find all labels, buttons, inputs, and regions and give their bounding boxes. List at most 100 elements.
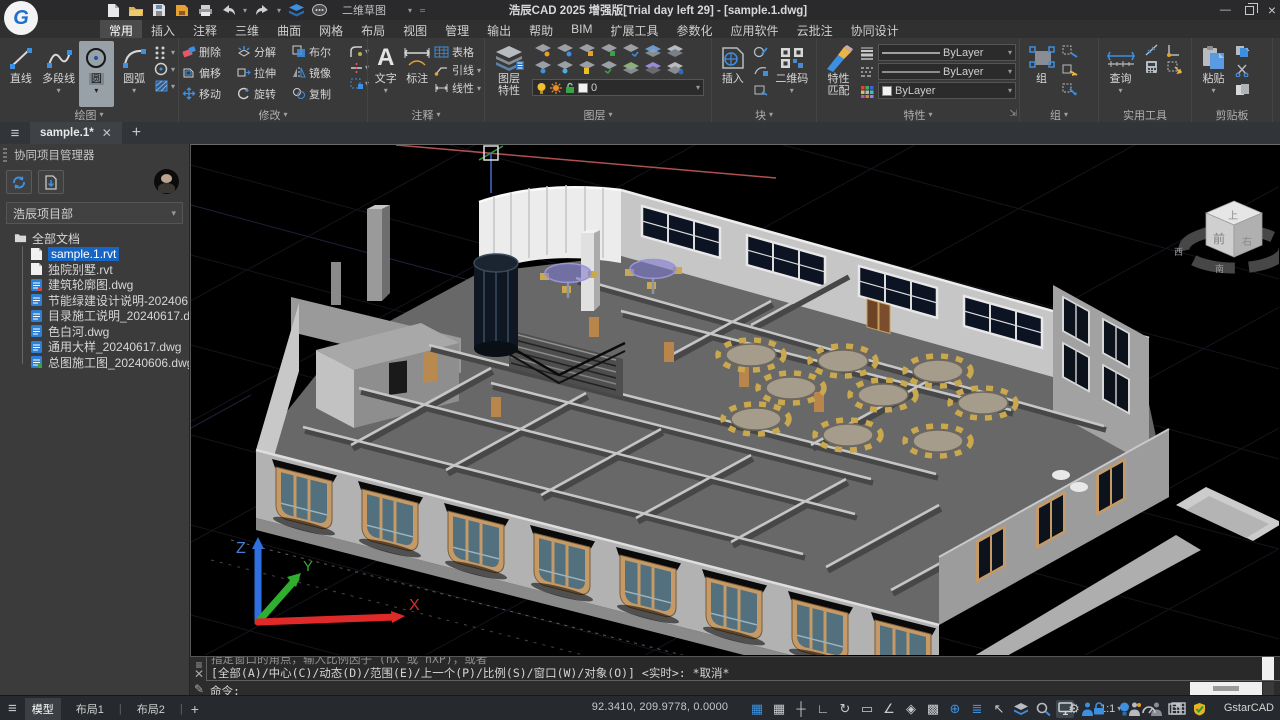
layer-tool-button[interactable] bbox=[578, 43, 596, 61]
status-menu-icon[interactable]: ≡ bbox=[8, 700, 17, 717]
file-item[interactable]: 通用大样_20240617.dwg bbox=[0, 339, 189, 355]
tab-home[interactable]: 常用 bbox=[100, 20, 142, 38]
drawing-canvas[interactable]: 西 南 东 上 前 右 Z Y X bbox=[190, 144, 1280, 656]
file-item[interactable]: 节能绿建设计说明-20240612.dw bbox=[0, 293, 189, 309]
layout1-tab[interactable]: 布局1 bbox=[69, 698, 111, 720]
layer-tool-button[interactable] bbox=[622, 43, 640, 61]
osnap-tracking-toggle[interactable]: ⊕ bbox=[946, 700, 964, 718]
dynamic-input-toggle[interactable]: ▭ bbox=[858, 700, 876, 718]
ellipse-tool-button[interactable]: ▾ bbox=[154, 62, 175, 76]
tab-annotate[interactable]: 注释 bbox=[184, 20, 226, 38]
panel-label-modify[interactable]: 修改▾ bbox=[179, 107, 367, 122]
panel-label-annotate[interactable]: 注释▾ bbox=[368, 107, 484, 122]
tab-view[interactable]: 视图 bbox=[394, 20, 436, 38]
command-vscrollbar[interactable] bbox=[1262, 657, 1274, 680]
linear-button[interactable]: 线性▾ bbox=[434, 80, 481, 96]
tab-3d[interactable]: 三维 bbox=[226, 20, 268, 38]
customize-toolbar-icon[interactable]: ≂ bbox=[419, 6, 426, 15]
sync-button[interactable] bbox=[6, 170, 32, 194]
panel-label-properties[interactable]: 特性▾⇲ bbox=[817, 107, 1019, 122]
workspace-selector[interactable]: 二维草图 ▾ bbox=[342, 2, 412, 18]
file-item[interactable]: 目录施工说明_20240617.dwg bbox=[0, 308, 189, 324]
layer-states-icon[interactable] bbox=[288, 2, 304, 18]
gear-icon[interactable]: ⚙ bbox=[1065, 700, 1083, 718]
panel-label-block[interactable]: 块▾ bbox=[712, 107, 816, 122]
grid-toggle[interactable]: ▦ bbox=[770, 700, 788, 718]
layer-tool-button[interactable] bbox=[534, 43, 552, 61]
comment-icon[interactable] bbox=[311, 2, 327, 18]
new-file-button[interactable] bbox=[105, 2, 121, 18]
license-shield-icon[interactable] bbox=[1190, 700, 1208, 718]
undo-dropdown-icon[interactable]: ▾ bbox=[243, 6, 247, 15]
undo-button[interactable] bbox=[220, 2, 236, 18]
table-button[interactable]: 表格 bbox=[434, 44, 481, 60]
layer-tool-button[interactable] bbox=[644, 60, 662, 78]
erase-button[interactable]: 删除 bbox=[182, 44, 237, 60]
insert-block-button[interactable]: 插入 bbox=[715, 41, 751, 107]
layer-isolate-toggle[interactable] bbox=[1012, 700, 1030, 718]
project-selector[interactable]: 浩辰项目部 ▾ bbox=[6, 202, 183, 224]
move-button[interactable]: 移动 bbox=[182, 86, 237, 102]
linetype-selector[interactable]: ByLayer▾ bbox=[878, 63, 1016, 80]
circle-button[interactable]: 圆 ▾ bbox=[79, 41, 115, 107]
hatch-display-toggle[interactable]: ▩ bbox=[924, 700, 942, 718]
lineweight-display-toggle[interactable]: ≣ bbox=[968, 700, 986, 718]
layer-selector[interactable]: 0 ▾ bbox=[532, 79, 704, 96]
document-tab-sample1[interactable]: sample.1* ✕ bbox=[30, 122, 122, 144]
command-close-icon[interactable]: ✕ bbox=[193, 667, 205, 681]
tree-root-folder[interactable]: 全部文档 bbox=[0, 230, 189, 246]
restore-button[interactable] bbox=[1245, 6, 1254, 15]
tab-bim[interactable]: BIM bbox=[562, 20, 601, 38]
snap-mode-toggle[interactable]: ┼ bbox=[792, 700, 810, 718]
close-tab-icon[interactable]: ✕ bbox=[102, 126, 112, 140]
polyline-button[interactable]: 多段线 ▾ bbox=[41, 41, 77, 107]
dialog-launcher-icon[interactable]: ⇲ bbox=[1009, 108, 1017, 119]
layer-tool-button[interactable] bbox=[578, 60, 596, 78]
import-file-button[interactable] bbox=[38, 170, 64, 194]
save-as-button[interactable] bbox=[174, 2, 190, 18]
block-define-button[interactable] bbox=[753, 83, 769, 99]
block-edit-button[interactable] bbox=[753, 45, 769, 61]
close-button[interactable]: × bbox=[1268, 4, 1276, 16]
drag-grip-icon[interactable] bbox=[3, 148, 7, 162]
panel-label-group[interactable]: 组▾ bbox=[1020, 107, 1098, 122]
measure-button[interactable]: 查询 ▾ bbox=[1102, 41, 1139, 107]
scrollbar-thumb[interactable] bbox=[1213, 686, 1239, 691]
command-history[interactable]: 指定窗口的角点，输入比例因子 (nX 或 nXP)，或者 [全部(A)/中心(C… bbox=[206, 657, 1280, 681]
explode-button[interactable]: 分解 bbox=[237, 44, 292, 60]
arc-button[interactable]: 圆弧 ▾ bbox=[116, 41, 152, 107]
layer-tool-button[interactable] bbox=[622, 60, 640, 78]
angle-snap-toggle[interactable]: ∠ bbox=[880, 700, 898, 718]
tab-parametric[interactable]: 参数化 bbox=[668, 20, 722, 38]
command-hscrollbar[interactable] bbox=[1190, 682, 1262, 695]
paste-button[interactable]: 粘贴 ▾ bbox=[1195, 41, 1232, 107]
tab-layout[interactable]: 布局 bbox=[352, 20, 394, 38]
dimension-button[interactable]: 标注 bbox=[402, 41, 431, 107]
panel-label-draw[interactable]: 绘图▾ bbox=[0, 107, 178, 122]
model-tab[interactable]: 模型 bbox=[25, 698, 61, 720]
redo-button[interactable] bbox=[254, 2, 270, 18]
group-button[interactable]: 组 bbox=[1023, 41, 1060, 107]
quick-select-button[interactable] bbox=[1166, 60, 1182, 77]
copy-base-button[interactable] bbox=[1234, 83, 1251, 99]
clean-screen-icon[interactable] bbox=[1165, 700, 1183, 718]
panel-label-utilities[interactable]: 实用工具 bbox=[1099, 107, 1191, 122]
minimize-button[interactable]: — bbox=[1220, 5, 1231, 15]
offset-button[interactable]: 偏移 bbox=[182, 65, 237, 81]
group-edit-button[interactable] bbox=[1062, 64, 1079, 80]
group-select-button[interactable] bbox=[1062, 83, 1079, 99]
print-button[interactable] bbox=[197, 2, 213, 18]
cut-button[interactable] bbox=[1234, 64, 1251, 80]
file-item[interactable]: sample.1.rvt bbox=[0, 246, 189, 262]
performance-gauge-icon[interactable] bbox=[1140, 700, 1158, 718]
file-item[interactable]: 色白河.dwg bbox=[0, 324, 189, 340]
layer-tool-button[interactable] bbox=[534, 60, 552, 78]
layout2-tab[interactable]: 布局2 bbox=[130, 698, 172, 720]
array-tool-button[interactable]: ▾ bbox=[349, 77, 369, 90]
stretch-button[interactable]: 拉伸 bbox=[237, 65, 292, 81]
layer-tool-button[interactable] bbox=[644, 43, 662, 61]
calculator-button[interactable] bbox=[1144, 60, 1160, 77]
leader-button[interactable]: 引线▾ bbox=[434, 62, 481, 78]
layer-properties-button[interactable]: 图层特性 bbox=[488, 41, 530, 107]
tab-collaboration[interactable]: 协同设计 bbox=[842, 20, 908, 38]
